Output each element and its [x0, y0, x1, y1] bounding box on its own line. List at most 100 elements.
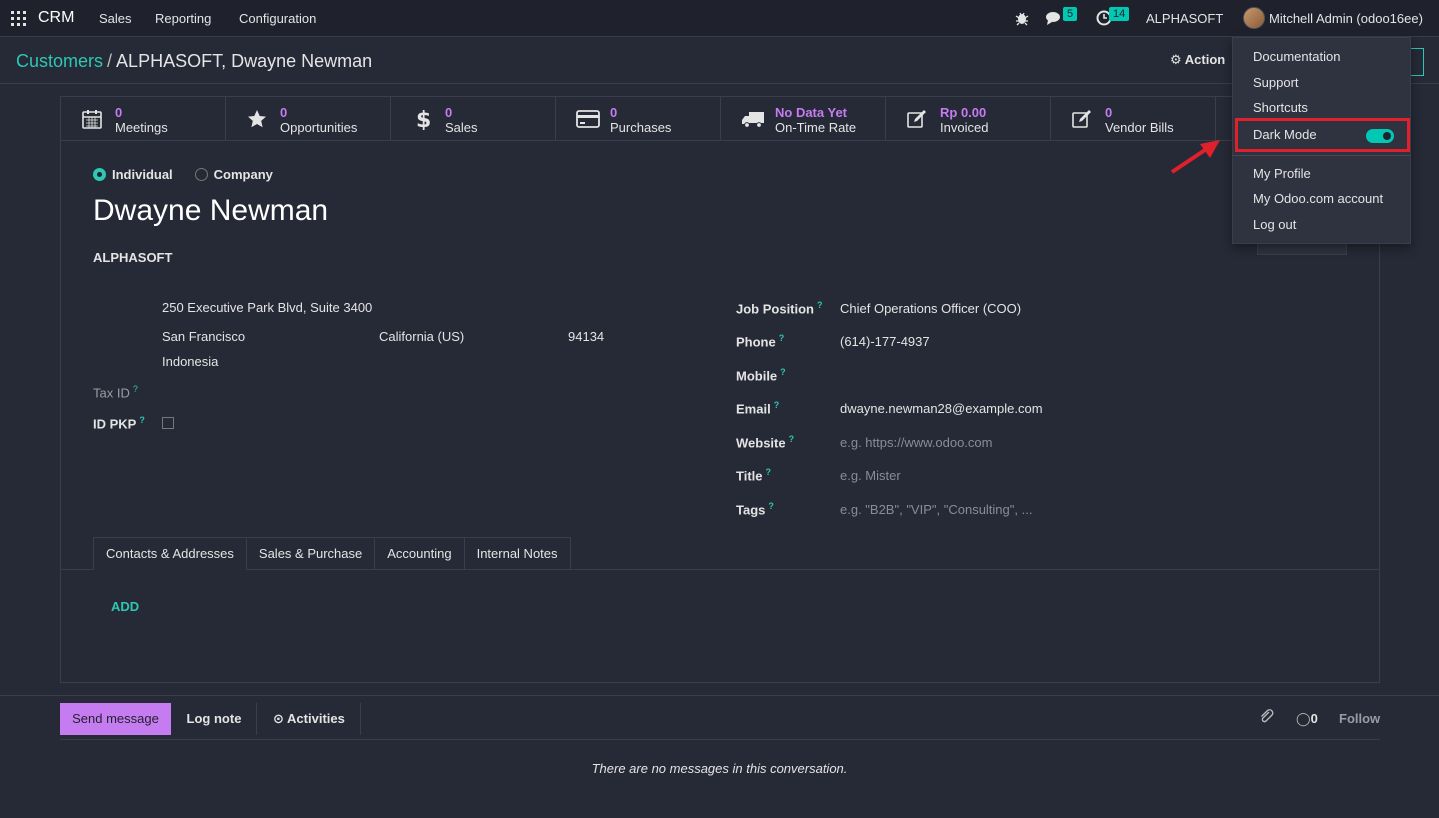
help-tooltip[interactable]: ? [766, 467, 772, 477]
paperclip-icon[interactable] [1259, 709, 1275, 725]
company-type-selector: Individual Company [93, 167, 273, 182]
phone-field[interactable]: (614)-177-4937 [840, 334, 930, 349]
debug-bug-icon[interactable] [1014, 10, 1030, 26]
tags-field[interactable]: e.g. "B2B", "VIP", "Consulting", ... [840, 502, 1032, 517]
tab-sales-purchase[interactable]: Sales & Purchase [245, 537, 376, 570]
stat-button-meetings[interactable]: 0 Meetings [61, 97, 226, 141]
website-label: Website? [736, 434, 795, 451]
svg-text:$: $ [416, 108, 431, 130]
user-dropdown-menu: Documentation Support Shortcuts Dark Mod… [1232, 37, 1411, 244]
tab-internal-notes[interactable]: Internal Notes [463, 537, 571, 570]
country-field[interactable]: Indonesia [162, 354, 218, 369]
help-tooltip[interactable]: ? [768, 501, 774, 511]
stat-value: 0 [1105, 105, 1113, 120]
stat-button-opportunities[interactable]: 0 Opportunities [226, 97, 391, 141]
radio-company[interactable] [194, 168, 208, 181]
menu-sales[interactable]: Sales [99, 11, 132, 26]
help-tooltip[interactable]: ? [139, 415, 145, 425]
messages-chat-icon[interactable] [1045, 10, 1063, 26]
stat-value: Rp 0.00 [940, 105, 987, 120]
help-tooltip[interactable]: ? [133, 384, 138, 394]
zip-field[interactable]: 94134 [568, 329, 604, 344]
log-note-button[interactable]: Log note [172, 703, 257, 735]
add-contact-button[interactable]: ADD [111, 599, 139, 614]
id-pkp-checkbox[interactable] [162, 417, 174, 429]
stat-value: 0 [115, 105, 123, 120]
email-field[interactable]: dwayne.newman28@example.com [840, 401, 1043, 416]
title-label: Title? [736, 467, 772, 484]
website-field[interactable]: e.g. https://www.odoo.com [840, 435, 992, 450]
tab-contacts-addresses[interactable]: Contacts & Addresses [93, 537, 247, 570]
user-avatar[interactable] [1243, 7, 1265, 29]
menu-reporting[interactable]: Reporting [155, 11, 211, 26]
notebook-tabs: Contacts & Addresses Sales & Purchase Ac… [93, 537, 571, 570]
follow-button[interactable]: Follow [1339, 711, 1380, 726]
radio-individual-label[interactable]: Individual [112, 167, 173, 182]
chatter-divider [60, 739, 1380, 740]
activities-button[interactable]: ⊙ Activities [258, 703, 361, 735]
breadcrumb-current: ALPHASOFT, Dwayne Newman [116, 51, 373, 71]
menu-configuration[interactable]: Configuration [239, 11, 316, 26]
partner-name-field[interactable]: Dwayne Newman [93, 194, 328, 228]
help-tooltip[interactable]: ? [779, 333, 785, 343]
user-icon: ◯ [1296, 711, 1311, 726]
radio-individual[interactable] [93, 168, 106, 181]
menu-item-odoo-account[interactable]: My Odoo.com account [1253, 191, 1383, 206]
menu-item-my-profile[interactable]: My Profile [1253, 166, 1311, 181]
city-field[interactable]: San Francisco [162, 329, 245, 344]
dark-mode-toggle[interactable] [1366, 129, 1394, 143]
stat-label: Purchases [610, 120, 672, 135]
dark-mode-label: Dark Mode [1253, 127, 1317, 142]
stat-button-box: 0 Meetings 0 Opportunities $ 0 Sales 0 P… [61, 97, 1379, 141]
dollar-icon: $ [411, 108, 433, 130]
menu-item-documentation[interactable]: Documentation [1253, 49, 1340, 64]
job-position-label: Job Position? [736, 300, 823, 317]
help-tooltip[interactable]: ? [780, 367, 786, 377]
action-label: Action [1184, 52, 1226, 67]
activities-label: Activities [287, 711, 345, 726]
gear-icon: ⚙ [1170, 52, 1182, 67]
stat-button-vendor-bills[interactable]: 0 Vendor Bills [1051, 97, 1216, 141]
help-tooltip[interactable]: ? [789, 434, 795, 444]
stat-label: Invoiced [940, 120, 989, 135]
menu-item-log-out[interactable]: Log out [1253, 217, 1296, 232]
stat-button-sales[interactable]: $ 0 Sales [391, 97, 556, 141]
job-position-field[interactable]: Chief Operations Officer (COO) [840, 301, 1021, 316]
top-navbar: CRM Sales Reporting Configuration 5 14 A… [0, 0, 1439, 37]
form-sheet: 0 Meetings 0 Opportunities $ 0 Sales 0 P… [60, 96, 1380, 683]
apps-grid-icon[interactable] [11, 11, 26, 26]
parent-company-field[interactable]: ALPHASOFT [93, 250, 172, 265]
app-brand[interactable]: CRM [38, 9, 74, 27]
menu-item-shortcuts[interactable]: Shortcuts [1253, 100, 1308, 115]
edit-icon [906, 108, 928, 130]
messages-badge: 5 [1063, 7, 1078, 21]
star-icon [246, 108, 268, 130]
tax-id-label: Tax ID? [93, 384, 138, 401]
stat-button-purchases[interactable]: 0 Purchases [556, 97, 721, 141]
stat-button-invoiced[interactable]: Rp 0.00 Invoiced [886, 97, 1051, 141]
dark-mode-highlight[interactable]: Dark Mode [1235, 118, 1410, 152]
red-arrow-annotation-icon [1170, 138, 1222, 176]
phone-label: Phone? [736, 333, 785, 350]
help-tooltip[interactable]: ? [774, 400, 780, 410]
radio-company-label[interactable]: Company [214, 167, 273, 182]
street-field[interactable]: 250 Executive Park Blvd, Suite 3400 [162, 300, 372, 315]
credit-card-icon [576, 108, 600, 130]
title-field[interactable]: e.g. Mister [840, 468, 901, 483]
breadcrumb-customers-link[interactable]: Customers [16, 51, 103, 71]
id-pkp-label: ID PKP? [93, 415, 145, 432]
stat-button-on-time-rate[interactable]: No Data Yet On-Time Rate [721, 97, 886, 141]
state-field[interactable]: California (US) [379, 329, 464, 344]
followers-button[interactable]: ◯0 [1296, 711, 1318, 727]
breadcrumb-separator: / [107, 51, 113, 71]
send-message-button[interactable]: Send message [60, 703, 171, 735]
menu-item-support[interactable]: Support [1253, 75, 1299, 90]
email-label: Email? [736, 400, 780, 417]
company-switcher[interactable]: ALPHASOFT [1146, 11, 1223, 26]
clock-icon: ⊙ [273, 711, 284, 726]
action-menu-button[interactable]: ⚙ Action [1170, 52, 1225, 68]
user-menu-toggle[interactable]: Mitchell Admin (odoo16ee) [1269, 11, 1423, 26]
help-tooltip[interactable]: ? [817, 300, 823, 310]
tab-accounting[interactable]: Accounting [374, 537, 465, 570]
stat-value: 0 [280, 105, 288, 120]
